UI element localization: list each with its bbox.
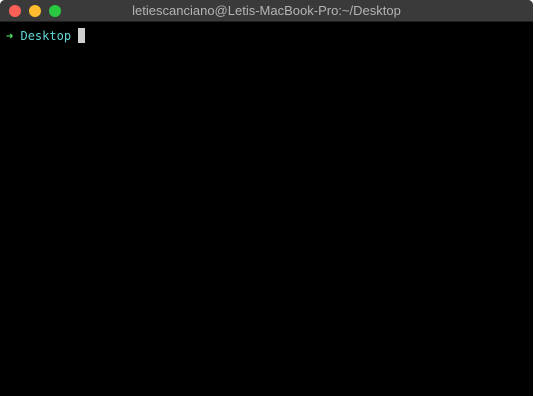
terminal-window: letiescanciano@Letis-MacBook-Pro:~/Deskt… [0, 0, 533, 396]
prompt-line: ➜ Desktop [6, 28, 86, 45]
minimize-window-button[interactable] [29, 5, 41, 17]
terminal-area[interactable]: ➜ Desktop [0, 22, 533, 396]
current-directory: Desktop [20, 29, 72, 43]
close-window-button[interactable] [9, 5, 21, 17]
title-bar[interactable]: letiescanciano@Letis-MacBook-Pro:~/Deskt… [0, 0, 533, 22]
text-cursor [78, 28, 86, 43]
zoom-window-button[interactable] [49, 5, 61, 17]
prompt-arrow-icon: ➜ [6, 29, 14, 43]
window-title: letiescanciano@Letis-MacBook-Pro:~/Deskt… [132, 3, 401, 18]
